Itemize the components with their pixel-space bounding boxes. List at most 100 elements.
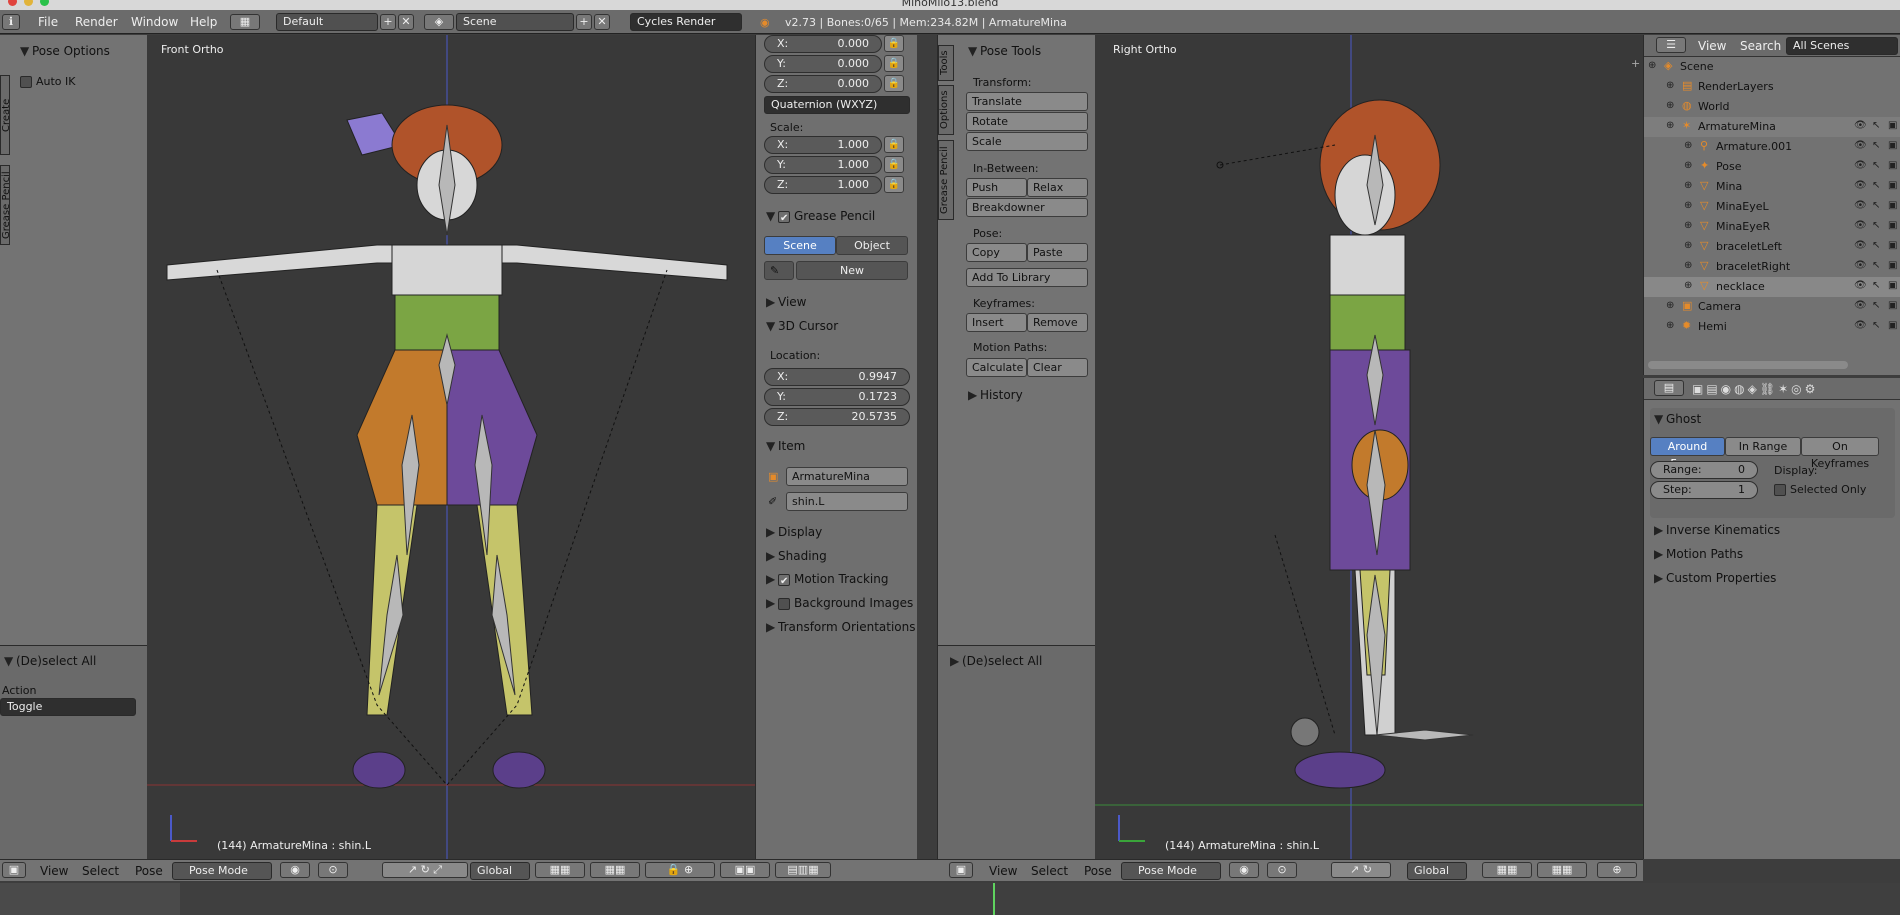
outliner-display-select[interactable]: All Scenes <box>1786 37 1898 55</box>
timeline[interactable] <box>0 883 1900 915</box>
cursor-z-field[interactable]: Z: 20.5735 <box>764 408 910 426</box>
rotation-y-field[interactable]: Y: 0.000 <box>764 55 882 73</box>
gp-new-button[interactable]: New <box>796 261 908 280</box>
visibility-eye-icon[interactable]: 👁 <box>1854 180 1867 191</box>
view-header[interactable]: ▶ View <box>766 295 806 309</box>
viewport-shading-icon[interactable]: ◉ <box>1229 862 1259 878</box>
scale-y-field[interactable]: Y: 1.000 <box>764 156 882 174</box>
rotation-x-field[interactable]: X: 0.000 <box>764 35 882 53</box>
editor-type-icon[interactable]: ▣ <box>2 862 26 878</box>
grease-pencil-header[interactable]: ▼Grease Pencil <box>766 209 875 223</box>
expand-toggle-icon[interactable]: ⊕ <box>1666 100 1674 111</box>
outliner-row[interactable]: ⊕ ✹ Hemi 👁 ↖ ▣ <box>1644 317 1900 337</box>
selectable-arrow-icon[interactable]: ↖ <box>1872 300 1880 311</box>
action-select[interactable]: Toggle <box>0 698 136 716</box>
layers-icon-2[interactable]: ▦▦ <box>1537 862 1587 878</box>
expand-toggle-icon[interactable]: ⊕ <box>1666 300 1674 311</box>
pose-tools-header[interactable]: ▼ Pose Tools <box>968 44 1041 58</box>
render-camera-icon[interactable]: ▣ <box>1888 240 1897 251</box>
screen-layout-field[interactable]: Default <box>276 13 378 31</box>
properties-editor-icon[interactable]: ▤ <box>1654 380 1684 396</box>
scale-button[interactable]: Scale <box>966 132 1088 151</box>
breakdowner-button[interactable]: Breakdowner <box>966 198 1088 217</box>
layers-icon[interactable]: ▦▦ <box>1482 862 1532 878</box>
menu-window[interactable]: Window <box>131 15 178 29</box>
outliner-editor-icon[interactable]: ☰ <box>1656 37 1686 53</box>
custom-properties-header[interactable]: ▶ Custom Properties <box>1654 571 1776 585</box>
rotation-mode-select[interactable]: Quaternion (WXYZ) <box>764 96 910 114</box>
layers-icon-2[interactable]: ▦▦ <box>590 862 640 878</box>
item-header[interactable]: ▼ Item <box>766 439 805 453</box>
outliner-row[interactable]: ⊕ ⚲ Armature.001 👁 ↖ ▣ <box>1644 137 1900 157</box>
expand-toggle-icon[interactable]: ⊕ <box>1684 260 1692 271</box>
add-layout-icon[interactable]: + <box>380 14 396 30</box>
expand-toggle-icon[interactable]: ⊕ <box>1666 320 1674 331</box>
pivot-point-icon[interactable]: ⊙ <box>318 862 348 878</box>
render-camera-icon[interactable]: ▣ <box>1888 300 1897 311</box>
select-menu[interactable]: Select <box>82 864 119 878</box>
lock-icon[interactable]: 🔒 <box>884 35 904 52</box>
render-camera-icon[interactable]: ▣ <box>1888 220 1897 231</box>
pose-options-header[interactable]: ▼ Pose Options <box>20 44 110 58</box>
visibility-eye-icon[interactable]: 👁 <box>1854 220 1867 231</box>
history-header[interactable]: ▶ History <box>968 388 1023 402</box>
snapping-icons[interactable]: 🔒 ⊕ <box>645 862 715 878</box>
clear-paths-button[interactable]: Clear <box>1027 358 1088 377</box>
selected-only-checkbox[interactable]: Selected Only <box>1774 483 1866 496</box>
outliner-row[interactable]: ⊕ ▽ necklace 👁 ↖ ▣ <box>1644 277 1900 297</box>
tab-grease-pencil-tools[interactable]: Grease Pencil <box>938 140 954 220</box>
expand-toggle-icon[interactable]: ⊕ <box>1684 140 1692 151</box>
render-camera-icon[interactable]: ▣ <box>1888 140 1897 151</box>
manipulator-icons[interactable]: ↗ ↻ ⤢ <box>382 862 468 878</box>
menu-file[interactable]: File <box>38 15 58 29</box>
scale-x-field[interactable]: X: 1.000 <box>764 136 882 154</box>
selectable-arrow-icon[interactable]: ↖ <box>1872 120 1880 131</box>
render-camera-icon[interactable]: ▣ <box>1888 280 1897 291</box>
pose-menu[interactable]: Pose <box>135 864 163 878</box>
inverse-kinematics-header[interactable]: ▶ Inverse Kinematics <box>1654 523 1780 537</box>
tab-tools[interactable]: Tools <box>938 45 954 81</box>
outliner-row[interactable]: ⊕ ▣ Camera 👁 ↖ ▣ <box>1644 297 1900 317</box>
render-camera-icon[interactable]: ▣ <box>1888 200 1897 211</box>
rotate-button[interactable]: Rotate <box>966 112 1088 131</box>
shading-header[interactable]: ▶ Shading <box>766 549 827 563</box>
viewport-shading-icon[interactable]: ◉ <box>280 862 310 878</box>
scale-z-field[interactable]: Z: 1.000 <box>764 176 882 194</box>
visibility-eye-icon[interactable]: 👁 <box>1854 260 1867 271</box>
lock-icon[interactable]: 🔒 <box>884 156 904 173</box>
select-menu-right[interactable]: Select <box>1031 864 1068 878</box>
selectable-arrow-icon[interactable]: ↖ <box>1872 220 1880 231</box>
info-editor-icon[interactable]: ℹ <box>2 14 20 30</box>
viewport-front[interactable]: Front Ortho (144) ArmatureMina : shin.L <box>147 35 755 859</box>
gp-object-button[interactable]: Object <box>836 236 908 255</box>
mode-select[interactable]: Pose Mode <box>172 862 272 880</box>
copy-pose-button[interactable]: Copy <box>966 243 1027 262</box>
selectable-arrow-icon[interactable]: ↖ <box>1872 200 1880 211</box>
render-camera-icon[interactable]: ▣ <box>1888 320 1897 331</box>
display-header[interactable]: ▶ Display <box>766 525 822 539</box>
snapping-icons[interactable]: ⊕ <box>1597 862 1637 878</box>
outliner-row[interactable]: ⊕ ▽ MinaEyeL 👁 ↖ ▣ <box>1644 197 1900 217</box>
selectable-arrow-icon[interactable]: ↖ <box>1872 180 1880 191</box>
manipulator-icons[interactable]: ↗ ↻ <box>1331 862 1391 878</box>
motion-paths-header[interactable]: ▶ Motion Paths <box>1654 547 1743 561</box>
3d-cursor-header[interactable]: ▼ 3D Cursor <box>766 319 838 333</box>
remove-keyframe-button[interactable]: Remove <box>1027 313 1088 332</box>
properties-context-icons[interactable]: ▣▤◉◍◈⛓✶◎⚙ <box>1692 382 1818 396</box>
visibility-eye-icon[interactable]: 👁 <box>1854 320 1867 331</box>
current-frame-indicator[interactable] <box>993 883 995 915</box>
tab-grease-pencil[interactable]: Grease Pencil <box>0 165 12 245</box>
outliner-row[interactable]: ⊕ ▤ RenderLayers <box>1644 77 1900 97</box>
cursor-y-field[interactable]: Y: 0.1723 <box>764 388 910 406</box>
paste-pose-button[interactable]: Paste <box>1027 243 1088 262</box>
rotation-z-field[interactable]: Z: 0.000 <box>764 75 882 93</box>
expand-toggle-icon[interactable]: ⊕ <box>1684 240 1692 251</box>
selectable-arrow-icon[interactable]: ↖ <box>1872 240 1880 251</box>
render-preview-icons[interactable]: ▣▣ <box>720 862 770 878</box>
outliner-row[interactable]: ⊕ ▽ Mina 👁 ↖ ▣ <box>1644 177 1900 197</box>
render-camera-icon[interactable]: ▣ <box>1888 260 1897 271</box>
mode-select-right[interactable]: Pose Mode <box>1121 862 1221 880</box>
viewport-right[interactable]: Right Ortho (144) ArmatureMina : shin.L … <box>1095 35 1643 859</box>
selectable-arrow-icon[interactable]: ↖ <box>1872 140 1880 151</box>
transform-orientations-header[interactable]: ▶ Transform Orientations <box>766 620 916 634</box>
